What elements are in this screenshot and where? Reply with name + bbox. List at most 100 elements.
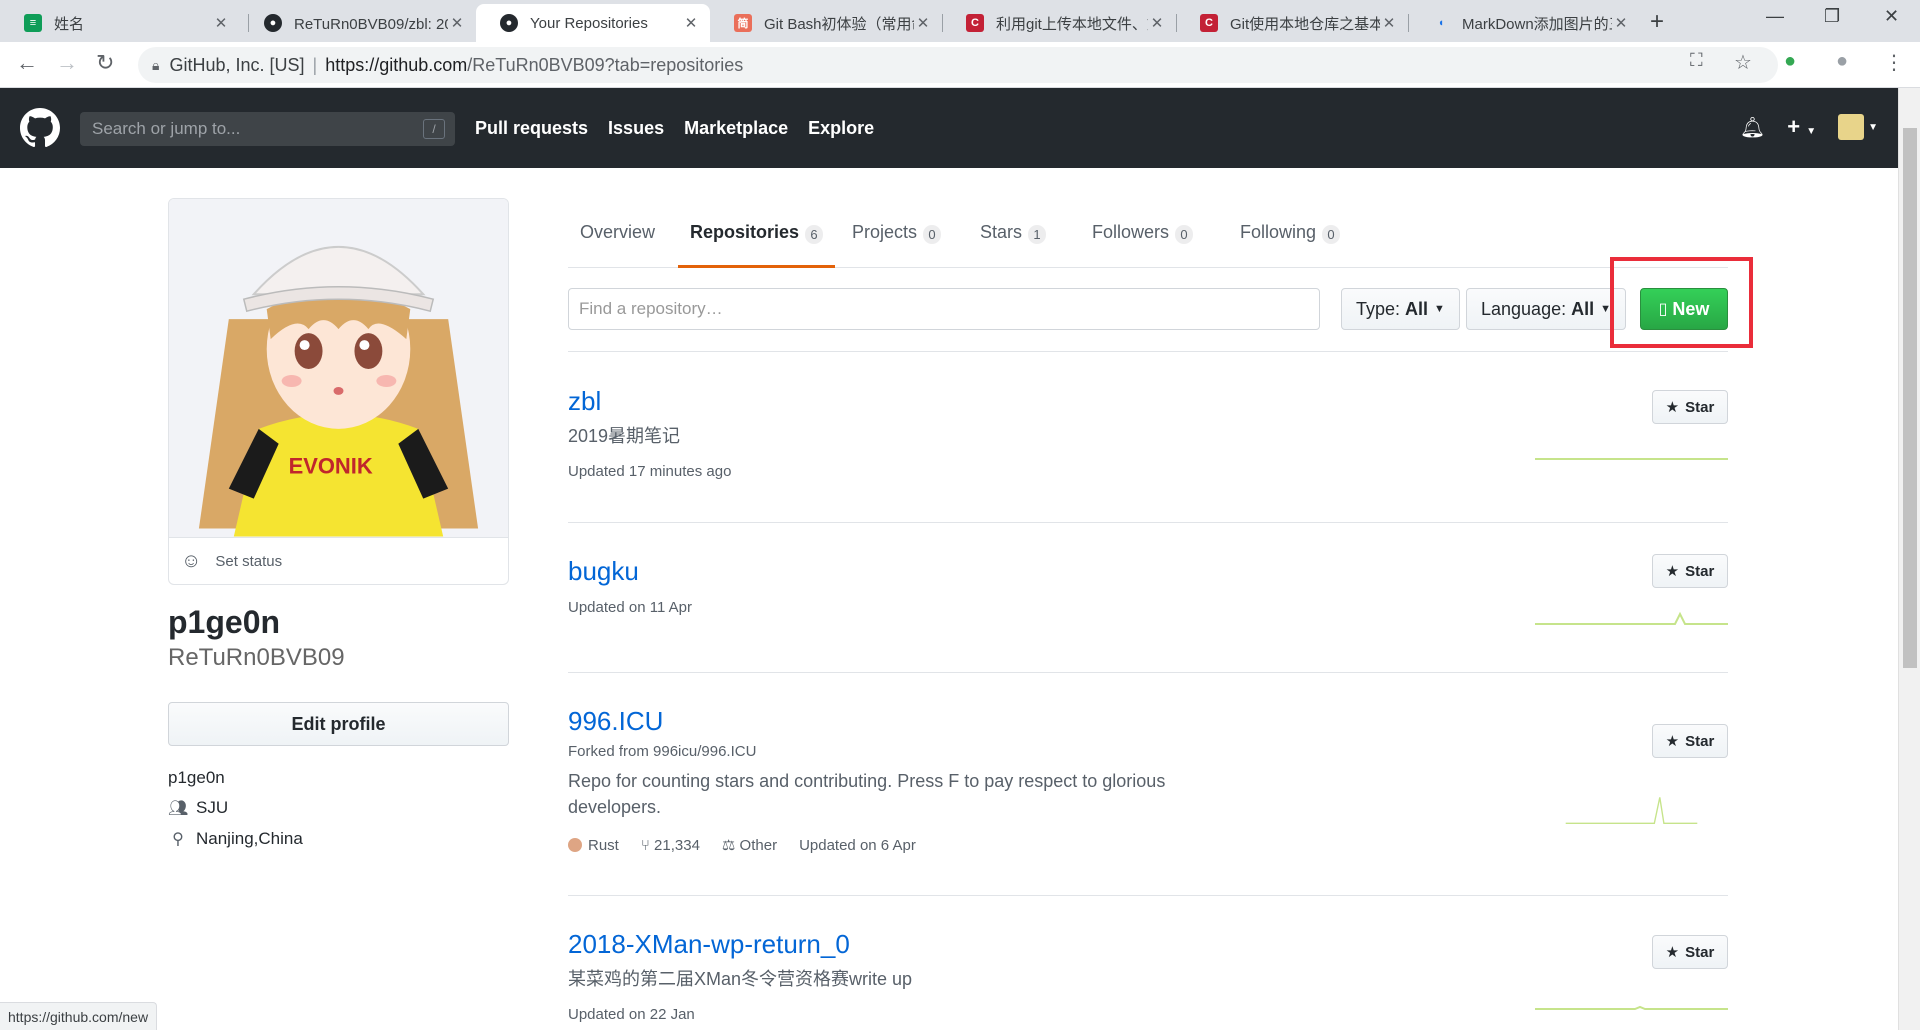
bookmark-star-icon[interactable]: ☆ xyxy=(1734,50,1752,75)
tab-counter: 0 xyxy=(1322,225,1341,244)
repo-name-link[interactable]: 2018-XMan-wp-return_0 xyxy=(568,929,1728,960)
minimize-icon[interactable]: — xyxy=(1766,6,1784,27)
star-button[interactable]: ★ Star xyxy=(1652,554,1728,588)
find-repository-input[interactable]: Find a repository… xyxy=(568,288,1320,330)
tab-followers[interactable]: Followers 0 xyxy=(1080,212,1205,268)
repo-description: 某菜鸡的第二届XMan冬令营资格赛write up xyxy=(568,969,913,989)
tab-stars[interactable]: Stars 1 xyxy=(968,212,1058,268)
avatar-image[interactable]: EVONIK xyxy=(169,199,508,537)
header-nav: Pull requests Issues Marketplace Explore xyxy=(475,118,874,139)
address-bar[interactable]: 🔒︎ GitHub, Inc. [US] | https://github.co… xyxy=(138,47,1778,83)
github-logo-icon[interactable] xyxy=(20,108,60,148)
profile-fullname: p1ge0n xyxy=(168,604,281,640)
bell-icon[interactable]: 🔔︎ xyxy=(1740,115,1765,140)
location-pin-icon: ⚲ xyxy=(172,831,184,848)
browser-tab[interactable]: 简 Git Bash初体验（常用命令） ✕ xyxy=(710,4,942,42)
close-tab-icon[interactable]: ✕ xyxy=(448,14,466,32)
search-input[interactable]: Search or jump to... / xyxy=(80,112,455,146)
star-icon: ★ xyxy=(1665,944,1680,961)
people-icon: 👥︎ xyxy=(168,800,189,817)
nav-pull-requests[interactable]: Pull requests xyxy=(475,118,588,139)
star-icon: ★ xyxy=(1665,399,1680,416)
lock-icon: 🔒︎ xyxy=(152,56,160,73)
reload-icon[interactable]: ↻ xyxy=(96,50,114,76)
back-icon[interactable]: ← xyxy=(16,50,38,76)
close-tab-icon[interactable]: ✕ xyxy=(212,14,230,32)
browser-tab[interactable]: C Git使用本地仓库之基本操作 ✕ xyxy=(1176,4,1408,42)
avatar-small xyxy=(1838,114,1865,140)
browser-tab-active[interactable]: ● Your Repositories ✕ xyxy=(476,4,710,42)
page-scrollbar[interactable] xyxy=(1898,88,1920,1030)
type-filter-dropdown[interactable]: Type: All ▼ xyxy=(1341,288,1460,330)
divider xyxy=(568,895,1728,896)
repo-license: ⚖ Other xyxy=(721,837,778,854)
chevron-down-icon: ▼ xyxy=(1868,121,1878,133)
nav-issues[interactable]: Issues xyxy=(608,118,664,139)
repo-description: 2019暑期笔记 xyxy=(568,426,681,446)
divider xyxy=(568,522,1728,523)
extension-icon[interactable]: ● xyxy=(1784,50,1796,73)
user-menu[interactable]: ▼ xyxy=(1838,114,1878,140)
activity-sparkline xyxy=(1535,458,1728,460)
tab-following[interactable]: Following 0 xyxy=(1228,212,1352,268)
new-repository-button[interactable]: ▯ New xyxy=(1640,288,1728,330)
github-icon: ● xyxy=(500,14,518,32)
header-actions: 🔔︎ + ▼ ▼ xyxy=(1740,114,1878,140)
translate-icon[interactable]: ⛶ xyxy=(1690,50,1703,71)
set-status-button[interactable]: ☺ Set status xyxy=(169,537,508,584)
nav-marketplace[interactable]: Marketplace xyxy=(684,118,788,139)
menu-icon[interactable]: ⋮ xyxy=(1884,50,1904,75)
browser-tab[interactable]: ◖ MarkDown添加图片的三种方式 ✕ xyxy=(1408,4,1640,42)
close-tab-icon[interactable]: ✕ xyxy=(1612,14,1630,32)
restore-icon[interactable]: ❐ xyxy=(1824,6,1840,27)
browser-status-url: https://github.com/new xyxy=(0,1002,158,1030)
browser-tab[interactable]: ● ReTuRn0BVB09/zbl: 2019暑期笔记 ✕ xyxy=(240,4,476,42)
csdn-icon: C xyxy=(966,14,984,32)
csdn-icon: C xyxy=(1200,14,1218,32)
browser-tab-strip: ≡ 姓名 ✕ ● ReTuRn0BVB09/zbl: 2019暑期笔记 ✕ ● … xyxy=(0,0,1920,42)
star-button[interactable]: ★ Star xyxy=(1652,390,1728,424)
close-tab-icon[interactable]: ✕ xyxy=(914,14,932,32)
repo-forks[interactable]: ⑂ 21,334 xyxy=(641,837,700,854)
browser-toolbar: ← → ↻ 🔒︎ GitHub, Inc. [US] | https://git… xyxy=(0,42,1920,88)
scrollbar-thumb[interactable] xyxy=(1903,128,1917,668)
profile-company: 👥︎ SJU xyxy=(168,798,229,817)
browser-tab[interactable]: ≡ 姓名 ✕ xyxy=(0,4,240,42)
repo-name-link[interactable]: bugku xyxy=(568,556,1728,587)
profile-icon[interactable]: ● xyxy=(1836,50,1848,73)
create-new-icon[interactable]: + ▼ xyxy=(1787,114,1816,140)
close-tab-icon[interactable]: ✕ xyxy=(682,14,700,32)
svg-text:EVONIK: EVONIK xyxy=(289,454,373,479)
law-scale-icon: ⚖ xyxy=(721,837,736,854)
sheets-icon: ≡ xyxy=(24,14,42,32)
repo-name-link[interactable]: 996.ICU xyxy=(568,706,1728,737)
edit-profile-button[interactable]: Edit profile xyxy=(168,702,509,746)
tab-counter: 0 xyxy=(923,225,942,244)
new-tab-icon[interactable]: + xyxy=(1650,8,1664,36)
star-button[interactable]: ★ Star xyxy=(1652,935,1728,969)
fork-icon: ⑂ xyxy=(640,836,650,854)
close-tab-icon[interactable]: ✕ xyxy=(1148,14,1166,32)
star-icon: ★ xyxy=(1665,733,1680,750)
tab-repositories[interactable]: Repositories 6 xyxy=(678,212,836,268)
close-window-icon[interactable]: ✕ xyxy=(1884,6,1899,27)
language-filter-dropdown[interactable]: Language: All ▼ xyxy=(1466,288,1626,330)
loading-icon: ◖ xyxy=(1437,17,1445,29)
tab-overview[interactable]: Overview xyxy=(568,212,667,268)
tab-projects[interactable]: Projects 0 xyxy=(840,212,953,268)
github-icon: ● xyxy=(264,14,282,32)
repo-language: Rust xyxy=(568,837,619,854)
divider xyxy=(568,672,1728,673)
nav-explore[interactable]: Explore xyxy=(808,118,874,139)
tab-counter: 6 xyxy=(805,225,824,244)
repo-meta: Rust ⑂ 21,334 ⚖ Other Updated on 6 Apr xyxy=(568,836,1728,854)
profile-tabs: Overview Repositories 6 Projects 0 Stars… xyxy=(568,212,1728,268)
close-tab-icon[interactable]: ✕ xyxy=(1380,14,1398,32)
caret-down-icon: ▼ xyxy=(1434,303,1445,315)
language-color-dot xyxy=(568,837,582,852)
browser-tab[interactable]: C 利用git上传本地文件、文件夹 ✕ xyxy=(942,4,1176,42)
star-button[interactable]: ★ Star xyxy=(1652,724,1728,758)
repo-name-link[interactable]: zbl xyxy=(568,386,1728,417)
forward-icon[interactable]: → xyxy=(56,50,78,76)
slash-shortcut-hint: / xyxy=(423,119,445,139)
